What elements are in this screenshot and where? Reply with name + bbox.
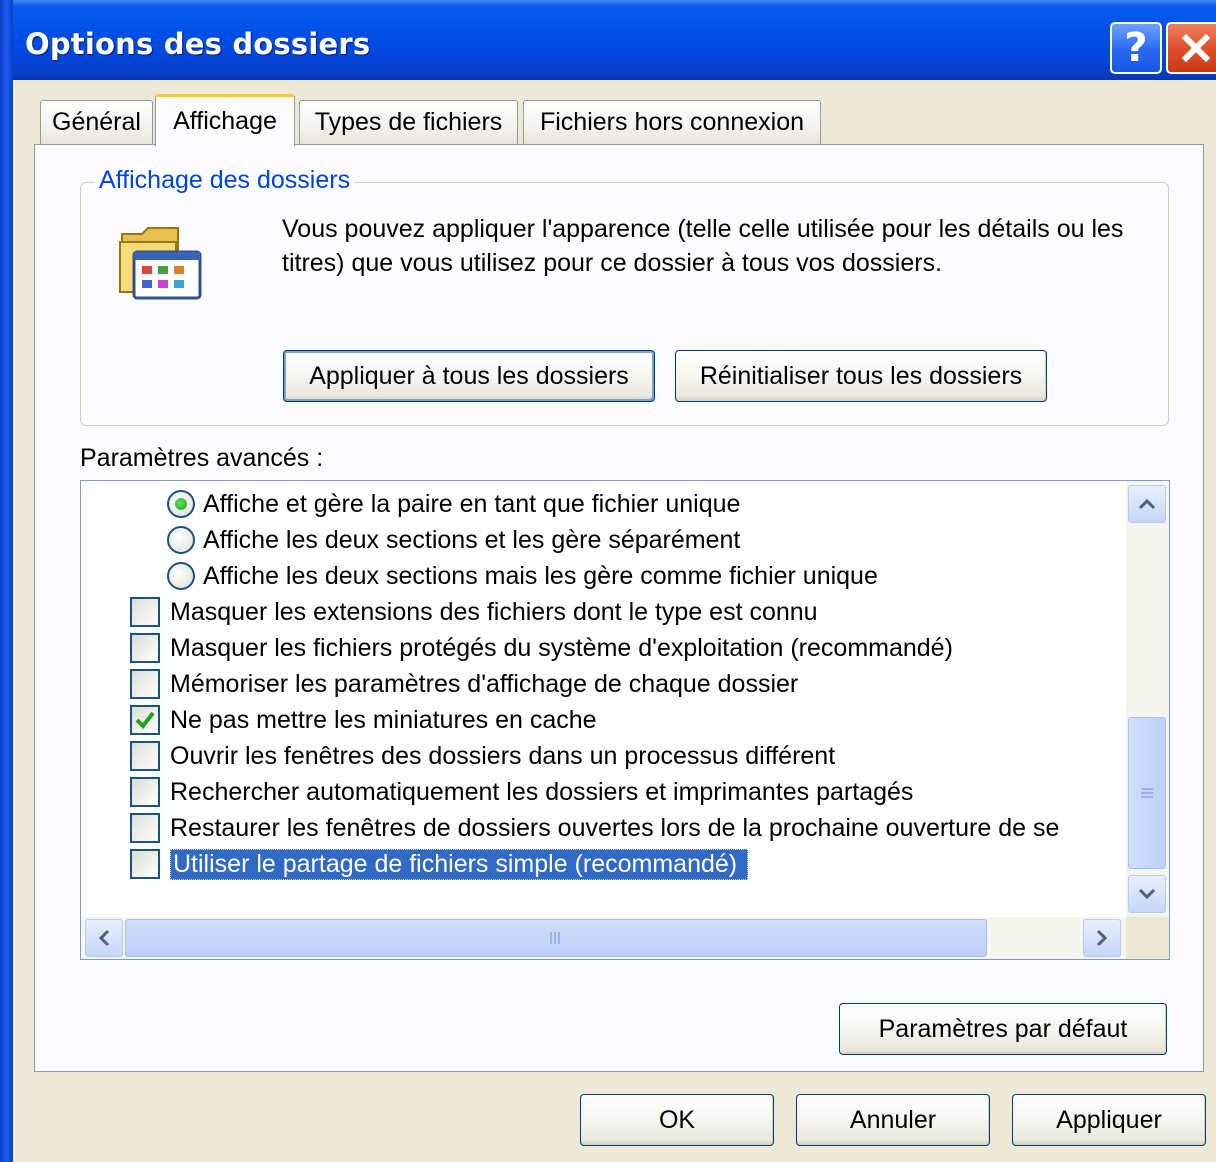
list-item-label: Masquer les fichiers protégés du système… <box>170 633 953 662</box>
scrollbar-thumb[interactable] <box>125 919 987 957</box>
radio-dot <box>175 498 187 510</box>
list-item[interactable]: Mémoriser les paramètres d'affichage de … <box>130 666 798 702</box>
apply-all-folders-button[interactable]: Appliquer à tous les dossiers <box>283 350 655 402</box>
close-button[interactable] <box>1166 22 1216 74</box>
list-item[interactable]: Masquer les extensions des fichiers dont… <box>130 594 818 630</box>
scroll-up-button[interactable] <box>1128 485 1166 523</box>
chevron-left-icon <box>98 929 110 947</box>
checkbox[interactable] <box>130 705 160 735</box>
tab-label: Affichage <box>173 107 277 135</box>
checkbox[interactable] <box>130 741 160 771</box>
list-item[interactable]: Ne pas mettre les miniatures en cache <box>130 702 597 738</box>
list-item[interactable]: Affiche les deux sections mais les gère … <box>167 558 878 594</box>
tab-general[interactable]: Général <box>40 100 153 144</box>
scroll-down-button[interactable] <box>1128 875 1166 913</box>
checkbox[interactable] <box>130 813 160 843</box>
button-label: Appliquer <box>1056 1105 1162 1134</box>
group-title: Affichage des dossiers <box>95 166 355 195</box>
check-mark-icon <box>135 711 155 730</box>
button-label: OK <box>658 1105 696 1134</box>
vertical-scrollbar[interactable] <box>1126 481 1169 917</box>
list-item-label: Affiche et gère la paire en tant que fic… <box>203 489 741 518</box>
list-item[interactable]: Affiche les deux sections et les gère sé… <box>167 522 740 558</box>
cancel-button[interactable]: Annuler <box>796 1094 990 1146</box>
folder-icon <box>118 220 206 307</box>
list-item-label: Affiche les deux sections mais les gère … <box>203 561 878 590</box>
horizontal-scrollbar[interactable] <box>81 917 1126 959</box>
list-item-label: Masquer les extensions des fichiers dont… <box>170 597 818 626</box>
tab-label: Fichiers hors connexion <box>539 108 804 136</box>
folder-views-description: Vous pouvez appliquer l'apparence (telle… <box>282 215 1124 277</box>
tab-fichiers-hors-connexion[interactable]: Fichiers hors connexion <box>523 100 821 144</box>
list-item[interactable]: Utiliser le partage de fichiers simple (… <box>130 846 749 882</box>
button-label: Réinitialiser tous les dossiers <box>699 361 1023 390</box>
checkbox[interactable] <box>130 669 160 699</box>
apply-button[interactable]: Appliquer <box>1012 1094 1206 1146</box>
button-label: Appliquer à tous les dossiers <box>309 361 629 390</box>
window-title: Options des dossiers <box>25 27 371 61</box>
chevron-down-icon <box>1138 888 1156 900</box>
button-label: Paramètres par défaut <box>878 1014 1128 1043</box>
reset-all-folders-button[interactable]: Réinitialiser tous les dossiers <box>675 350 1047 402</box>
scroll-left-button[interactable] <box>85 919 123 957</box>
radio-button[interactable] <box>167 562 195 590</box>
button-label: Annuler <box>849 1105 937 1134</box>
chevron-up-icon <box>1138 498 1156 510</box>
grip-icon <box>550 932 560 944</box>
tab-affichage[interactable]: Affichage <box>155 94 295 146</box>
scrollbar-thumb[interactable] <box>1128 717 1166 869</box>
checkbox[interactable] <box>130 849 160 879</box>
list-item-label: Rechercher automatiquement les dossiers … <box>170 777 914 806</box>
scroll-right-button[interactable] <box>1083 919 1121 957</box>
list-item-label: Affiche les deux sections et les gère sé… <box>203 525 741 554</box>
radio-button[interactable] <box>167 526 195 554</box>
checkbox[interactable] <box>130 633 160 663</box>
chevron-right-icon <box>1096 929 1108 947</box>
tab-types-de-fichiers[interactable]: Types de fichiers <box>299 100 518 144</box>
checkbox[interactable] <box>130 777 160 807</box>
list-item[interactable]: Masquer les fichiers protégés du système… <box>130 630 953 666</box>
checkbox[interactable] <box>130 597 160 627</box>
restore-defaults-button[interactable]: Paramètres par défaut <box>839 1003 1167 1055</box>
advanced-settings-label: Paramètres avancés : <box>80 444 324 472</box>
close-icon <box>1181 33 1211 63</box>
list-item[interactable]: Rechercher automatiquement les dossiers … <box>130 774 913 810</box>
window-border <box>0 0 13 1162</box>
tab-label: Types de fichiers <box>314 108 503 136</box>
list-item[interactable]: Affiche et gère la paire en tant que fic… <box>167 486 740 522</box>
list-item-label: Mémoriser les paramètres d'affichage de … <box>170 669 799 698</box>
list-item-label: Ouvrir les fenêtres des dossiers dans un… <box>170 741 836 770</box>
ok-button[interactable]: OK <box>580 1094 774 1146</box>
list-item[interactable]: Restaurer les fenêtres de dossiers ouver… <box>130 810 1059 846</box>
advanced-settings-list[interactable]: Affiche et gère la paire en tant que fic… <box>80 480 1170 960</box>
help-button[interactable]: ? <box>1110 22 1162 74</box>
help-icon: ? <box>1124 25 1148 71</box>
tab-label: Général <box>52 108 141 136</box>
grip-icon <box>1141 788 1153 798</box>
title-bar[interactable]: Options des dossiers ? <box>0 0 1216 80</box>
list-item-label: Utiliser le partage de fichiers simple (… <box>170 848 749 880</box>
scrollbar-corner <box>1126 917 1169 959</box>
list-item[interactable]: Ouvrir les fenêtres des dossiers dans un… <box>130 738 835 774</box>
radio-button[interactable] <box>167 490 195 518</box>
list-item-label: Ne pas mettre les miniatures en cache <box>170 705 597 734</box>
list-item-label: Restaurer les fenêtres de dossiers ouver… <box>170 813 1060 842</box>
